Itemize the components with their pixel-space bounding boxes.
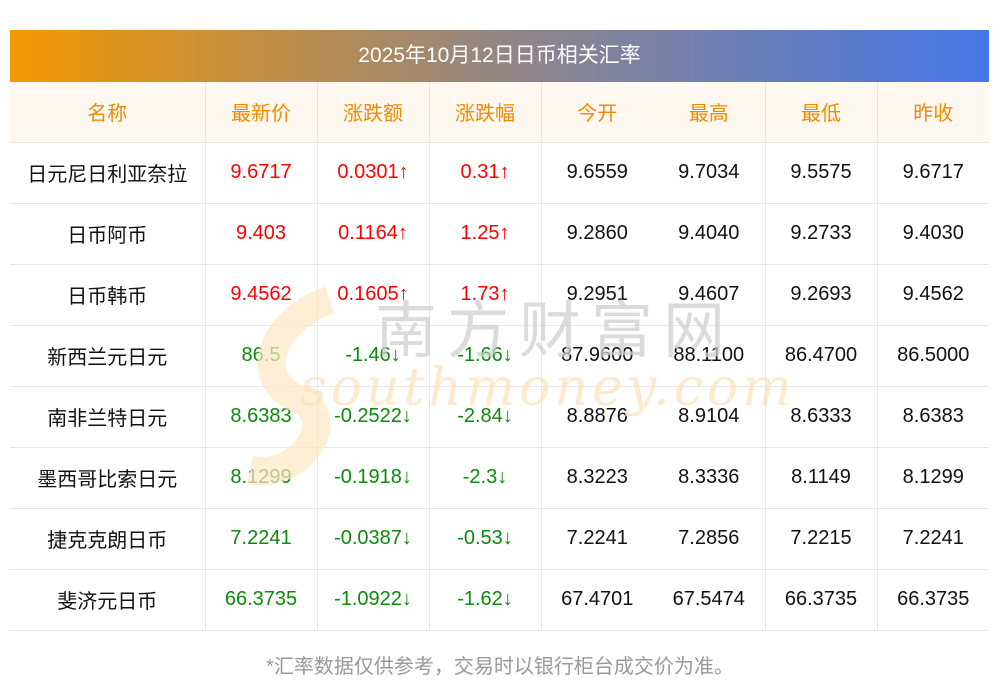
pct-cell: 0.31↑ bbox=[428, 142, 541, 204]
open-cell: 8.3223 bbox=[540, 447, 653, 509]
prev-cell: 8.1299 bbox=[876, 447, 989, 509]
open-cell: 9.2860 bbox=[540, 203, 653, 265]
latest-cell: 9.403 bbox=[204, 203, 317, 265]
header-row: 名称 最新价 涨跌额 涨跌幅 今开 最高 最低 昨收 bbox=[10, 82, 989, 143]
table-row: 斐济元日币 66.3735 -1.0922↓ -1.62↓ 67.4701 67.5474… bbox=[10, 569, 989, 631]
change-cell: -0.2522↓ bbox=[316, 386, 429, 448]
low-cell: 8.6333 bbox=[764, 386, 877, 448]
name-cell: 日元尼日利亚奈拉 bbox=[10, 142, 205, 204]
open-cell: 9.6559 bbox=[540, 142, 653, 204]
high-cell: 9.7034 bbox=[653, 142, 765, 204]
col-latest: 最新价 bbox=[204, 82, 317, 143]
open-cell: 87.9600 bbox=[540, 325, 653, 387]
low-cell: 9.5575 bbox=[764, 142, 877, 204]
rates-table: 名称 最新价 涨跌额 涨跌幅 今开 最高 最低 昨收 日元尼日利亚奈拉 9.671… bbox=[10, 82, 989, 631]
latest-cell: 86.5 bbox=[204, 325, 317, 387]
open-cell: 7.2241 bbox=[540, 508, 653, 570]
latest-cell: 9.6717 bbox=[204, 142, 317, 204]
change-cell: 0.1605↑ bbox=[316, 264, 429, 326]
latest-cell: 8.6383 bbox=[204, 386, 317, 448]
high-cell: 8.9104 bbox=[653, 386, 765, 448]
low-cell: 7.2215 bbox=[764, 508, 877, 570]
table-row: 新西兰元日元 86.5 -1.46↓ -1.66↓ 87.9600 88.1100 86.4… bbox=[10, 325, 989, 387]
high-cell: 67.5474 bbox=[653, 569, 765, 631]
col-high: 最高 bbox=[653, 82, 765, 143]
col-name: 名称 bbox=[10, 82, 205, 143]
low-cell: 66.3735 bbox=[764, 569, 877, 631]
pct-cell: -1.62↓ bbox=[428, 569, 541, 631]
low-cell: 86.4700 bbox=[764, 325, 877, 387]
change-cell: -0.1918↓ bbox=[316, 447, 429, 509]
prev-cell: 86.5000 bbox=[876, 325, 989, 387]
prev-cell: 8.6383 bbox=[876, 386, 989, 448]
table-row: 捷克克朗日币 7.2241 -0.0387↓ -0.53↓ 7.2241 7.2856 7.… bbox=[10, 508, 989, 570]
latest-cell: 8.1299 bbox=[204, 447, 317, 509]
col-pct: 涨跌幅 bbox=[428, 82, 541, 143]
high-cell: 9.4607 bbox=[653, 264, 765, 326]
prev-cell: 7.2241 bbox=[876, 508, 989, 570]
name-cell: 新西兰元日元 bbox=[10, 325, 205, 387]
low-cell: 8.1149 bbox=[764, 447, 877, 509]
high-cell: 8.3336 bbox=[653, 447, 765, 509]
pct-cell: -1.66↓ bbox=[428, 325, 541, 387]
col-prev: 昨收 bbox=[876, 82, 989, 143]
open-cell: 9.2951 bbox=[540, 264, 653, 326]
name-cell: 南非兰特日元 bbox=[10, 386, 205, 448]
latest-cell: 7.2241 bbox=[204, 508, 317, 570]
latest-cell: 9.4562 bbox=[204, 264, 317, 326]
pct-cell: -2.84↓ bbox=[428, 386, 541, 448]
exchange-rate-panel: 2025年10月12日日币相关汇率 名称 最新价 涨跌额 涨跌幅 今开 最高 最… bbox=[10, 30, 989, 631]
col-change: 涨跌额 bbox=[316, 82, 429, 143]
change-cell: -1.46↓ bbox=[316, 325, 429, 387]
table-row: 日币韩币 9.4562 0.1605↑ 1.73↑ 9.2951 9.4607 9.2693… bbox=[10, 264, 989, 326]
change-cell: -0.0387↓ bbox=[316, 508, 429, 570]
change-cell: -1.0922↓ bbox=[316, 569, 429, 631]
name-cell: 日币韩币 bbox=[10, 264, 205, 326]
col-open: 今开 bbox=[540, 82, 653, 143]
high-cell: 88.1100 bbox=[653, 325, 765, 387]
table-row: 南非兰特日元 8.6383 -0.2522↓ -2.84↓ 8.8876 8.9104 8.… bbox=[10, 386, 989, 448]
col-low: 最低 bbox=[764, 82, 877, 143]
high-cell: 9.4040 bbox=[653, 203, 765, 265]
table-row: 日币阿币 9.403 0.1164↑ 1.25↑ 9.2860 9.4040 9.2733 9… bbox=[10, 203, 989, 265]
low-cell: 9.2733 bbox=[764, 203, 877, 265]
change-cell: 0.1164↑ bbox=[316, 203, 429, 265]
open-cell: 8.8876 bbox=[540, 386, 653, 448]
prev-cell: 66.3735 bbox=[876, 569, 989, 631]
prev-cell: 9.4562 bbox=[876, 264, 989, 326]
name-cell: 斐济元日币 bbox=[10, 569, 205, 631]
name-cell: 捷克克朗日币 bbox=[10, 508, 205, 570]
high-cell: 7.2856 bbox=[653, 508, 765, 570]
prev-cell: 9.4030 bbox=[876, 203, 989, 265]
pct-cell: 1.73↑ bbox=[428, 264, 541, 326]
pct-cell: -2.3↓ bbox=[428, 447, 541, 509]
pct-cell: 1.25↑ bbox=[428, 203, 541, 265]
name-cell: 墨西哥比索日元 bbox=[10, 447, 205, 509]
prev-cell: 9.6717 bbox=[876, 142, 989, 204]
table-row: 日元尼日利亚奈拉 9.6717 0.0301↑ 0.31↑ 9.6559 9.7034 9.… bbox=[10, 142, 989, 204]
table-title: 2025年10月12日日币相关汇率 bbox=[10, 30, 989, 82]
name-cell: 日币阿币 bbox=[10, 203, 205, 265]
table-row: 墨西哥比索日元 8.1299 -0.1918↓ -2.3↓ 8.3223 8.3336 8.… bbox=[10, 447, 989, 509]
low-cell: 9.2693 bbox=[764, 264, 877, 326]
pct-cell: -0.53↓ bbox=[428, 508, 541, 570]
change-cell: 0.0301↑ bbox=[316, 142, 429, 204]
footer-note: *汇率数据仅供参考，交易时以银行柜台成交价为准。 bbox=[266, 656, 734, 678]
latest-cell: 66.3735 bbox=[204, 569, 317, 631]
open-cell: 67.4701 bbox=[540, 569, 653, 631]
